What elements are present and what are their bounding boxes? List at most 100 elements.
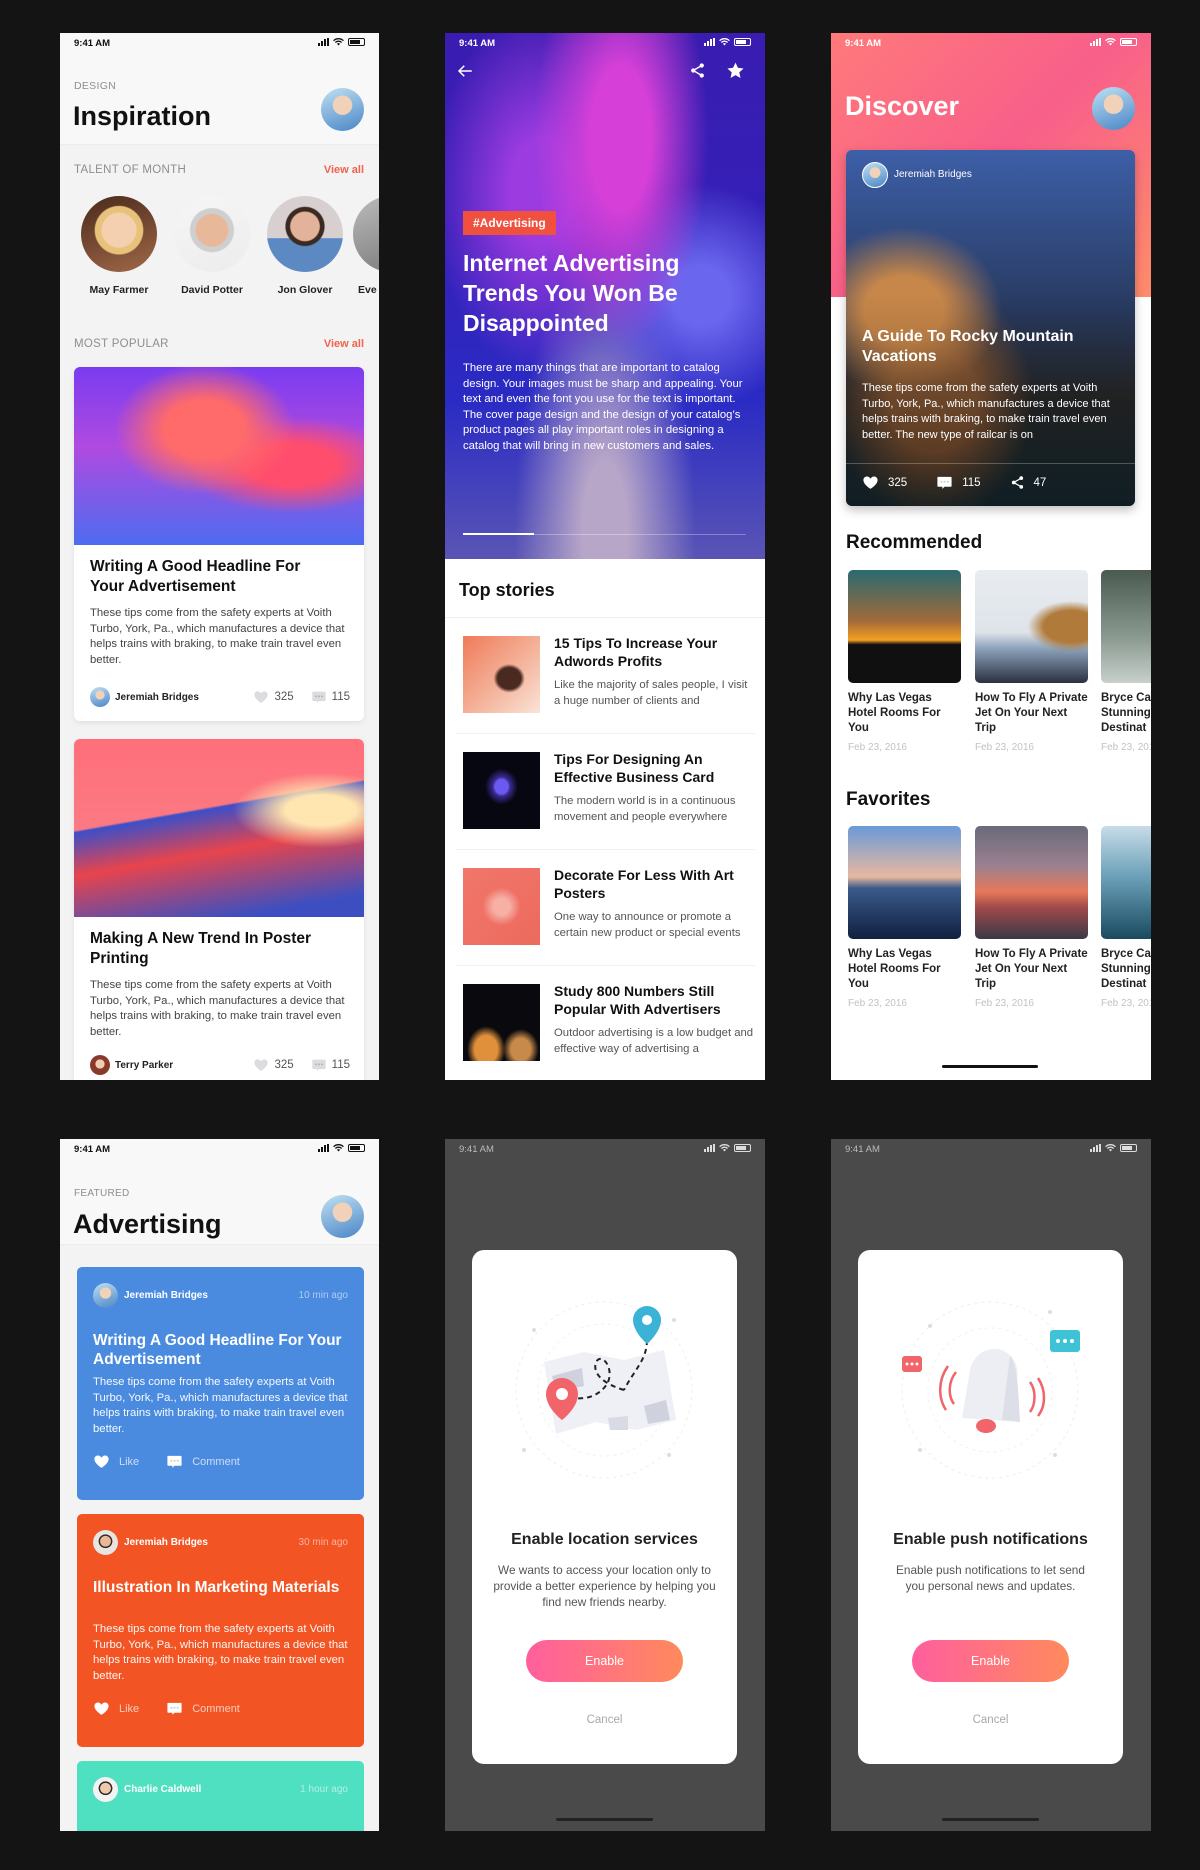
item-image — [1101, 570, 1151, 683]
post-time: 30 min ago — [298, 1537, 348, 1548]
story-thumbnail — [463, 984, 540, 1061]
author-name: Jeremiah Bridges — [115, 691, 199, 703]
recommended-item[interactable]: Bryce Ca Stunning Destinat Feb 23, 2016 — [1101, 570, 1151, 753]
heart-icon[interactable] — [93, 1453, 110, 1470]
like-count: 325 — [274, 691, 294, 703]
talent-avatar — [81, 196, 157, 272]
story-title: Decorate For Less With Art Posters — [554, 867, 734, 901]
status-bar: 9:41 AM — [831, 1139, 1151, 1159]
talent-view-all-link[interactable]: View all — [324, 164, 364, 176]
comment-button[interactable]: Comment — [192, 1456, 240, 1468]
favorite-item[interactable]: Bryce Ca Stunning Destinat Feb 23, 2016 — [1101, 826, 1151, 1009]
signal-icon — [704, 38, 715, 46]
comment-icon[interactable] — [166, 1453, 183, 1470]
article-card[interactable]: Making A New Trend In Poster Printing Th… — [74, 739, 364, 1080]
home-indicator[interactable] — [556, 1818, 653, 1821]
item-date: Feb 23, 2016 — [1101, 742, 1151, 753]
battery-icon — [1120, 1144, 1137, 1152]
top-stories-heading: Top stories — [459, 580, 555, 600]
item-image — [848, 570, 961, 683]
favorite-item[interactable]: Why Las Vegas Hotel Rooms For You Feb 23… — [848, 826, 961, 1009]
feed-card[interactable]: Charlie Caldwell 1 hour ago — [77, 1761, 364, 1831]
feed-card[interactable]: Jeremiah Bridges 10 min ago Writing A Go… — [77, 1267, 364, 1500]
popular-section-label: MOST POPULAR — [74, 338, 169, 350]
article-card[interactable]: Writing A Good Headline For Your Adverti… — [74, 367, 364, 721]
back-arrow-icon[interactable] — [456, 62, 474, 80]
featured-card[interactable]: Jeremiah Bridges A Guide To Rocky Mounta… — [846, 150, 1135, 506]
comment-icon[interactable] — [936, 474, 953, 491]
divider — [455, 965, 755, 966]
talent-item[interactable]: Eve — [353, 196, 379, 296]
feed-card[interactable]: Jeremiah Bridges 30 min ago Illustration… — [77, 1514, 364, 1747]
battery-icon — [348, 38, 365, 46]
share-icon[interactable] — [1010, 475, 1025, 490]
heart-icon[interactable] — [253, 1057, 269, 1073]
profile-avatar[interactable] — [321, 88, 364, 131]
item-date: Feb 23, 2016 — [848, 742, 907, 753]
recommended-item[interactable]: How To Fly A Private Jet On Your Next Tr… — [975, 570, 1088, 753]
story-title: 15 Tips To Increase Your Adwords Profits — [554, 635, 718, 669]
home-indicator[interactable] — [942, 1818, 1039, 1821]
talent-item[interactable]: May Farmer — [74, 196, 164, 296]
category-tag[interactable]: #Advertising — [463, 211, 556, 235]
status-time: 9:41 AM — [74, 1144, 111, 1155]
card-body: These tips come from the safety experts … — [90, 607, 345, 666]
like-button[interactable]: Like — [119, 1456, 139, 1468]
home-indicator[interactable] — [942, 1065, 1038, 1068]
comment-button[interactable]: Comment — [192, 1703, 240, 1715]
wifi-icon — [1105, 38, 1116, 46]
author-avatar — [93, 1283, 118, 1308]
page-caption: DESIGN — [74, 80, 117, 92]
push-permission-dialog: Enable push notifications Enable push no… — [858, 1250, 1123, 1764]
author-avatar — [93, 1777, 118, 1802]
status-bar: 9:41 AM — [445, 33, 765, 53]
talent-item[interactable]: Jon Glover — [260, 196, 350, 296]
story-thumbnail — [463, 868, 540, 945]
profile-avatar[interactable] — [1092, 87, 1135, 130]
talent-item[interactable]: David Potter — [167, 196, 257, 296]
card-body: These tips come from the safety experts … — [90, 979, 345, 1038]
dialog-title: Enable push notifications — [893, 1531, 1088, 1548]
cancel-button[interactable]: Cancel — [858, 1714, 1123, 1726]
recommended-item[interactable]: Why Las Vegas Hotel Rooms For You Feb 23… — [848, 570, 961, 753]
heart-icon[interactable] — [253, 689, 269, 705]
comment-icon[interactable] — [311, 1057, 327, 1073]
item-image — [848, 826, 961, 939]
talent-name: May Farmer — [89, 284, 149, 296]
talent-name: David Potter — [181, 284, 243, 296]
screen-location-permission: 9:41 AM Enable location services We want… — [445, 1139, 765, 1831]
card-image — [74, 367, 364, 545]
story-description: Outdoor advertising is a low budget and … — [554, 1027, 754, 1055]
author-avatar — [93, 1530, 118, 1555]
heart-icon[interactable] — [862, 474, 879, 491]
share-icon[interactable] — [689, 62, 706, 79]
item-title: How To Fly A Private Jet On Your Next Tr… — [975, 692, 1088, 734]
author-avatar — [90, 1055, 110, 1075]
comment-count: 115 — [331, 1059, 350, 1071]
status-time: 9:41 AM — [74, 38, 111, 49]
battery-icon — [734, 38, 751, 46]
item-image — [1101, 826, 1151, 939]
post-time: 10 min ago — [298, 1290, 348, 1301]
item-title: Why Las Vegas Hotel Rooms For You — [848, 948, 941, 990]
comment-icon[interactable] — [166, 1700, 183, 1717]
heart-icon[interactable] — [93, 1700, 110, 1717]
article-title: Internet Advertising Trends You Won Be D… — [463, 250, 680, 336]
popular-view-all-link[interactable]: View all — [324, 338, 364, 350]
signal-icon — [704, 1144, 715, 1152]
wifi-icon — [719, 1144, 730, 1152]
page-title: Inspiration — [73, 101, 212, 131]
enable-button[interactable]: Enable — [912, 1640, 1069, 1682]
like-button[interactable]: Like — [119, 1703, 139, 1715]
item-date: Feb 23, 2016 — [975, 742, 1034, 753]
post-time: 1 hour ago — [300, 1784, 348, 1795]
star-icon[interactable] — [726, 61, 745, 80]
author-name: Charlie Caldwell — [124, 1784, 202, 1795]
favorite-item[interactable]: How To Fly A Private Jet On Your Next Tr… — [975, 826, 1088, 1009]
author-name: Jeremiah Bridges — [894, 169, 972, 180]
enable-button[interactable]: Enable — [526, 1640, 683, 1682]
author-name: Jeremiah Bridges — [124, 1290, 208, 1301]
profile-avatar[interactable] — [321, 1195, 364, 1238]
cancel-button[interactable]: Cancel — [472, 1714, 737, 1726]
comment-icon[interactable] — [311, 689, 327, 705]
